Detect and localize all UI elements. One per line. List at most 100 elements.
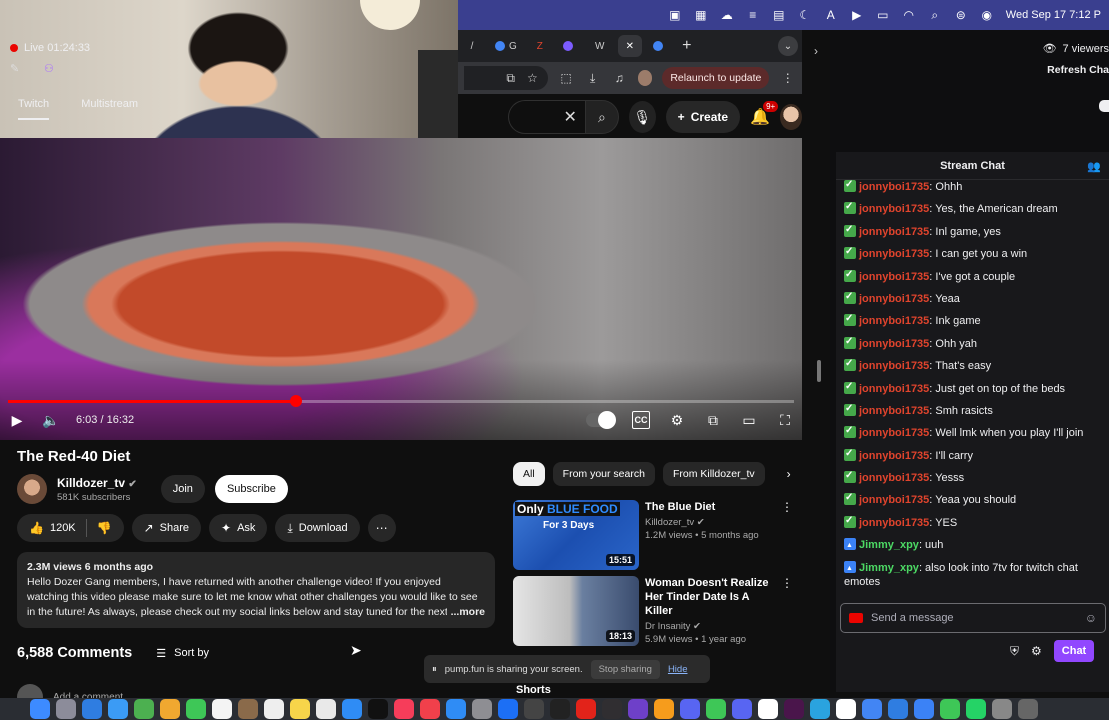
relaunch-button[interactable]: Relaunch to update	[662, 67, 770, 89]
video-thumbnail[interactable]: 18:13	[513, 576, 639, 646]
chat-message-list[interactable]: jonnyboi1735: Ohhhjonnyboi1735: Yes, the…	[844, 178, 1106, 597]
siri-icon[interactable]: ◉	[980, 8, 994, 22]
join-button[interactable]: Join	[160, 475, 205, 503]
keynote-icon[interactable]	[342, 699, 362, 719]
description-box[interactable]: 2.3M views 6 months ago Hello Dozer Gang…	[17, 552, 495, 628]
calendar-icon[interactable]: ▤	[772, 8, 786, 22]
create-button[interactable]: + Create	[665, 101, 741, 133]
browser-tab[interactable]: W	[588, 35, 612, 57]
stop-sharing-button[interactable]: Stop sharing	[590, 659, 660, 679]
fullscreen-icon[interactable]: ⛶	[776, 411, 794, 429]
clear-search-icon[interactable]: ✕	[564, 107, 577, 127]
safari-icon[interactable]	[82, 699, 102, 719]
tab-twitch[interactable]: Twitch	[18, 98, 50, 120]
media-icon[interactable]: ▶	[850, 8, 864, 22]
resize-handle[interactable]	[817, 360, 821, 382]
more-actions-icon[interactable]: ⋯	[367, 514, 396, 542]
chat-username[interactable]: jonnyboi1735	[859, 427, 929, 439]
layers-icon[interactable]	[680, 699, 700, 719]
settings-icon[interactable]	[472, 699, 492, 719]
chip-from-channel[interactable]: From Killdozer_tv	[662, 462, 765, 486]
acrobat-icon[interactable]	[576, 699, 596, 719]
chat-username[interactable]: jonnyboi1735	[859, 405, 929, 417]
spotlight-icon[interactable]: ⌕	[928, 8, 942, 22]
profile-avatar[interactable]	[637, 70, 653, 86]
news-icon[interactable]	[420, 699, 440, 719]
launchpad-icon[interactable]	[56, 699, 76, 719]
related-title[interactable]: Woman Doesn't Realize Her Tinder Date Is…	[645, 576, 793, 618]
chat-username[interactable]: jonnyboi1735	[859, 226, 929, 238]
shield-icon[interactable]: ⛨	[1010, 644, 1019, 659]
related-title[interactable]: The Blue Diet	[645, 500, 793, 514]
chevron-right-icon[interactable]: ›	[779, 464, 799, 484]
freeform-icon[interactable]	[316, 699, 336, 719]
tv-icon[interactable]	[368, 699, 388, 719]
related-video[interactable]: Only BLUE FOOD For 3 Days 15:51 The Blue…	[513, 500, 793, 570]
new-tab-icon[interactable]: +	[678, 37, 696, 55]
browser-tab-active[interactable]: ✕	[617, 35, 642, 57]
chat-username[interactable]: jonnyboi1735	[859, 203, 929, 215]
more-options-icon[interactable]: ⋮	[781, 500, 793, 514]
chip-all[interactable]: All	[513, 462, 545, 486]
sort-by-button[interactable]: ☰ Sort by	[156, 647, 209, 660]
chat-username[interactable]: Jimmy_xpy	[859, 562, 919, 574]
app-store-icon[interactable]	[446, 699, 466, 719]
textedit-icon[interactable]	[836, 699, 856, 719]
chat-username[interactable]: jonnyboi1735	[859, 450, 929, 462]
chat-username[interactable]: jonnyboi1735	[859, 383, 929, 395]
edit-icon[interactable]: ✎	[10, 62, 19, 75]
browser-tab[interactable]: /	[460, 35, 484, 57]
battery-icon[interactable]: ▭	[876, 8, 890, 22]
discord-icon[interactable]	[732, 699, 752, 719]
volume-icon[interactable]: 🔈	[42, 411, 60, 429]
chrome-icon[interactable]	[862, 699, 882, 719]
emote-icon[interactable]: ☺	[1085, 611, 1097, 625]
omnibox[interactable]: ⧉ ☆	[464, 66, 548, 90]
notion-icon[interactable]	[758, 699, 778, 719]
search-input[interactable]: ✕	[508, 100, 585, 134]
search-button[interactable]: ⌕	[584, 100, 619, 134]
control-center-icon[interactable]: ⊜	[954, 8, 968, 22]
preview-icon[interactable]	[888, 699, 908, 719]
browser-tab[interactable]	[648, 35, 672, 57]
chat-username[interactable]: jonnyboi1735	[859, 517, 929, 529]
chat-username[interactable]: jonnyboi1735	[859, 271, 929, 283]
menubar-clock[interactable]: Wed Sep 17 7:12 P	[1006, 9, 1101, 21]
maps-icon[interactable]	[134, 699, 154, 719]
chat-username[interactable]: jonnyboi1735	[859, 248, 929, 260]
chat-username[interactable]: jonnyboi1735	[859, 293, 929, 305]
telegram-icon[interactable]	[810, 699, 830, 719]
books-icon[interactable]	[654, 699, 674, 719]
refresh-chat-button[interactable]: Refresh Cha	[1047, 64, 1109, 76]
whatsapp-icon[interactable]	[966, 699, 986, 719]
chat-username[interactable]: jonnyboi1735	[859, 181, 929, 193]
wifi-icon[interactable]: ◠	[902, 8, 916, 22]
media-controls-icon[interactable]: ♫	[611, 69, 628, 87]
bookmark-star-icon[interactable]: ☆	[527, 71, 538, 85]
thumbs-up-icon[interactable]: 👍	[29, 521, 44, 535]
scrubber-handle[interactable]	[289, 395, 302, 407]
chat-send-button[interactable]: Chat	[1053, 640, 1095, 662]
browser-tab[interactable]: Z	[528, 35, 552, 57]
chat-username[interactable]: jonnyboi1735	[859, 360, 929, 372]
voice-search-button[interactable]: 🎙	[628, 101, 656, 133]
globe-icon[interactable]	[914, 699, 934, 719]
messenger-icon[interactable]	[940, 699, 960, 719]
downloads-icon[interactable]: ⤓	[584, 69, 601, 87]
account-avatar[interactable]	[780, 104, 802, 130]
channel-name[interactable]: Killdozer_tv ✔	[57, 476, 137, 490]
theater-icon[interactable]: ▭	[740, 411, 758, 429]
github-icon[interactable]	[628, 699, 648, 719]
like-count[interactable]: 120K	[50, 522, 76, 534]
chat-username[interactable]: jonnyboi1735	[859, 472, 929, 484]
cube-icon[interactable]	[524, 699, 544, 719]
more-options-icon[interactable]: ⋮	[781, 576, 793, 590]
input-source-icon[interactable]: A	[824, 8, 838, 22]
facetime-icon[interactable]	[186, 699, 206, 719]
gear-icon[interactable]: ⚙	[668, 411, 686, 429]
chat-username[interactable]: jonnyboi1735	[859, 494, 929, 506]
share-network-icon[interactable]: ⚇	[44, 62, 54, 75]
related-channel[interactable]: Killdozer_tv ✔	[645, 517, 793, 528]
browser-tab[interactable]: G	[490, 35, 522, 57]
stack-icon[interactable]: ≡	[746, 8, 760, 22]
